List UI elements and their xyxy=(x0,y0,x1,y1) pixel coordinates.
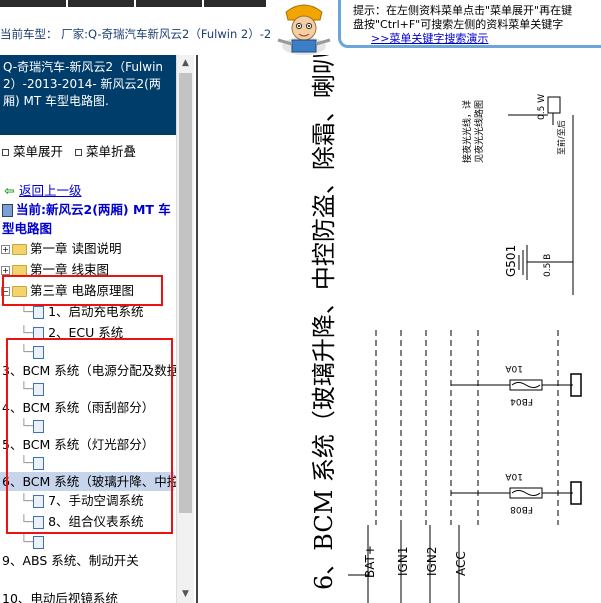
scroll-up-arrow-icon[interactable]: ▲ xyxy=(177,55,194,72)
mascot-icon xyxy=(268,0,340,55)
toolbar-button-3[interactable] xyxy=(136,0,202,7)
doc-user-icon xyxy=(2,204,13,217)
bus-label-bat: BAT+ xyxy=(363,545,377,578)
sidebar: Q-奇瑞汽车-新风云2（Fulwin 2）-2013-2014- 新风云2(两厢… xyxy=(0,55,176,603)
tree-item-10[interactable]: 10、电动后视镜系统 xyxy=(2,589,118,603)
square-icon xyxy=(75,148,82,156)
back-arrow-icon: ⇦ xyxy=(4,183,15,198)
document-icon xyxy=(33,306,45,319)
expand-icon[interactable]: + xyxy=(1,245,10,254)
bus-label-acc: ACC xyxy=(454,551,468,576)
diagram-note-1: 接夜光光线，详 xyxy=(461,100,473,163)
highlight-box xyxy=(6,338,173,534)
square-icon xyxy=(2,148,9,156)
wiring-diagram: 6、BCM 系统（玻璃升降、中控防盗、除霜、喇叭部分 接夜光光线，详 见夜光光线… xyxy=(196,55,601,603)
app-window: 当前车型： 厂家:Q-奇瑞汽车新风云2（Fulwin 2）-2013-2014 … xyxy=(0,0,601,603)
tree-item-blank[interactable]: └─ xyxy=(20,532,48,551)
vehicle-prefix: 当前车型： xyxy=(0,27,58,41)
search-demo-link[interactable]: >>菜单关键字搜索演示 xyxy=(371,32,488,45)
current-item: 当前:新风云2(两厢) MT 车型电路图 xyxy=(2,202,171,236)
toolbar-button-1[interactable] xyxy=(0,0,66,7)
collapse-menu-button[interactable]: 菜单折叠 xyxy=(75,144,136,159)
toolbar-button-4[interactable] xyxy=(204,0,266,7)
highlight-box xyxy=(2,275,163,306)
vehicle-text: 厂家:Q-奇瑞汽车新风云2（Fulwin 2）-2013-2014 xyxy=(61,27,270,41)
bus-label-ign2: IGN2 xyxy=(425,547,439,576)
expand-menu-button[interactable]: 菜单展开 xyxy=(2,144,63,159)
fuse2-name: FB08 xyxy=(510,504,533,514)
sidebar-header: Q-奇瑞汽车-新风云2（Fulwin 2）-2013-2014- 新风云2(两厢… xyxy=(0,55,176,135)
tree-item-9[interactable]: 9、ABS 系统、制动开关 xyxy=(2,551,139,570)
ground-label: G501 xyxy=(504,245,518,277)
tip-text-2: 盘按"Ctrl+F"可搜索左侧的资料菜单关键字 xyxy=(353,18,564,31)
toolbar-button-2[interactable] xyxy=(68,0,134,7)
bus-label-ign1: IGN1 xyxy=(396,547,410,576)
tree-chapter-1[interactable]: + 第一章 读图说明 xyxy=(1,239,121,258)
ground-wire-label: 0.5 B xyxy=(543,254,553,277)
sidebar-scrollbar[interactable]: ▲ ▼ xyxy=(176,55,194,603)
diagram-note-2: 见夜光光线路图 xyxy=(473,100,485,163)
diagram-title: 6、BCM 系统（玻璃升降、中控防盗、除霜、喇叭部分 xyxy=(310,55,338,590)
expand-icon[interactable]: + xyxy=(1,266,10,275)
scrollbar-thumb[interactable] xyxy=(179,73,192,513)
tip-text-1: 提示：在左侧资料菜单点击"菜单展开"再在键 xyxy=(353,4,573,17)
scroll-down-arrow-icon[interactable]: ▼ xyxy=(177,586,194,603)
fuse2-rating: 10A xyxy=(505,471,523,481)
right-note: 至前/至后 xyxy=(556,120,566,155)
document-icon xyxy=(33,536,45,549)
wire-label-top: 0.5 W xyxy=(537,94,547,120)
tip-box: 提示：在左侧资料菜单点击"菜单展开"再在键 盘按"Ctrl+F"可搜索左侧的资料… xyxy=(338,0,601,48)
menu-toggle: 菜单展开 菜单折叠 xyxy=(2,141,136,160)
fuse1-rating: 10A xyxy=(505,363,523,373)
fuse1-name: FB04 xyxy=(510,396,533,406)
back-link[interactable]: ⇦ 返回上一级 xyxy=(4,180,82,199)
current-vehicle: 当前车型： 厂家:Q-奇瑞汽车新风云2（Fulwin 2）-2013-2014 xyxy=(0,27,270,55)
folder-icon xyxy=(12,244,27,255)
top-bar: 当前车型： 厂家:Q-奇瑞汽车新风云2（Fulwin 2）-2013-2014 … xyxy=(0,0,601,55)
